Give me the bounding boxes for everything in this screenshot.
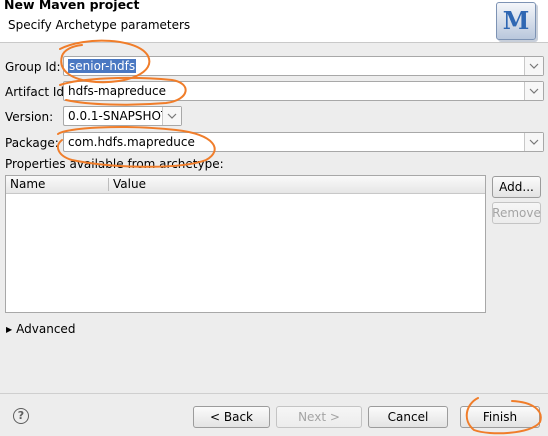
properties-label: Properties available from archetype: [5,157,224,171]
footer-divider [0,393,548,394]
add-property-button[interactable]: Add... [492,176,541,198]
table-header: Name Value [6,176,485,194]
help-icon[interactable]: ? [13,408,29,424]
maven-logo-icon: M [496,2,536,40]
package-label: Package: [5,136,59,150]
group-id-label: Group Id: [5,60,61,74]
chevron-down-icon[interactable] [524,133,543,151]
version-combo[interactable]: 0.0.1-SNAPSHOT [63,106,182,126]
column-divider[interactable] [108,178,109,191]
cancel-button[interactable]: Cancel [368,406,448,428]
back-button[interactable]: < Back [193,406,270,428]
wizard-header: New Maven project Specify Archetype para… [0,0,548,43]
column-header-value[interactable]: Value [113,177,146,191]
next-button[interactable]: Next > [276,406,362,428]
finish-button[interactable]: Finish [460,406,540,428]
package-value: com.hdfs.mapreduce [68,135,195,149]
advanced-label: Advanced [16,322,76,336]
artifact-id-combo[interactable]: hdfs-mapreduce [63,81,544,101]
group-id-value: senior-hdfs [68,59,137,73]
column-header-name[interactable]: Name [10,177,45,191]
artifact-id-value: hdfs-mapreduce [68,84,166,98]
page-subtitle: Specify Archetype parameters [8,18,191,32]
advanced-toggle[interactable]: ▶ Advanced [6,322,75,336]
chevron-down-icon[interactable] [524,82,543,100]
triangle-right-icon: ▶ [6,325,13,334]
properties-table[interactable]: Name Value [5,175,486,313]
version-value: 0.0.1-SNAPSHOT [68,109,169,123]
version-label: Version: [5,110,54,124]
window-title: New Maven project [4,0,140,12]
chevron-down-icon[interactable] [162,107,181,125]
package-combo[interactable]: com.hdfs.mapreduce [63,132,544,152]
remove-property-button[interactable]: Remove [492,202,541,224]
group-id-combo[interactable]: senior-hdfs [63,56,544,76]
artifact-id-label: Artifact Id: [5,85,69,99]
chevron-down-icon[interactable] [524,57,543,75]
